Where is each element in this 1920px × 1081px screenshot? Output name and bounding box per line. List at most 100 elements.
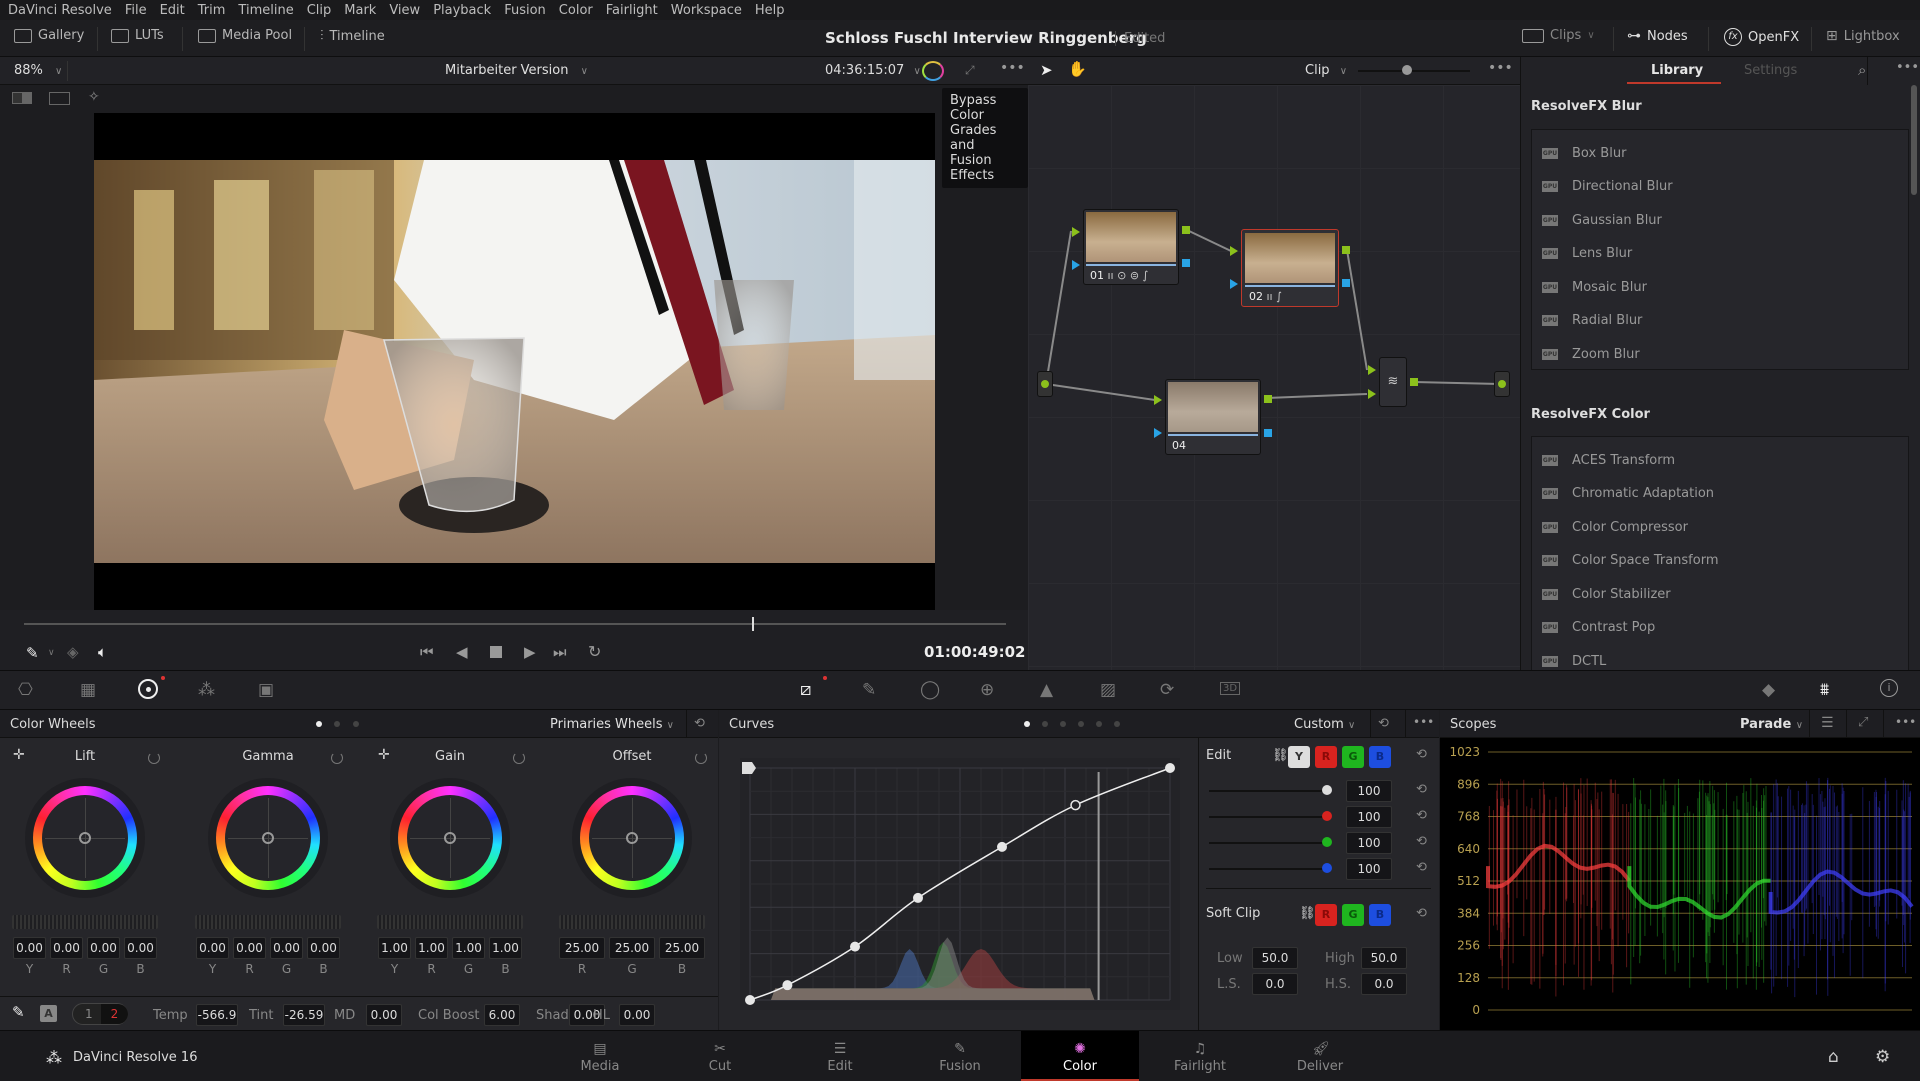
menu-workspace[interactable]: Workspace <box>671 3 742 18</box>
input-node[interactable] <box>1037 371 1053 397</box>
alpha-output-port[interactable] <box>1342 279 1350 287</box>
alpha-output-port[interactable] <box>1182 259 1190 267</box>
eyedropper-icon[interactable]: ✎ <box>26 644 39 662</box>
reset-icon[interactable]: ⟲ <box>1416 782 1427 797</box>
mixer-input-port[interactable] <box>1368 365 1376 375</box>
high-field[interactable]: 50.0 <box>1361 947 1407 969</box>
wheel-value-field[interactable]: 1.00 <box>378 937 411 959</box>
reset-icon[interactable]: ⟲ <box>1416 834 1427 849</box>
menu-app[interactable]: DaVinci Resolve <box>8 3 112 18</box>
zoom-dropdown[interactable]: 88% ∨ <box>14 63 62 78</box>
intensity-field[interactable]: 100 <box>1346 858 1392 880</box>
rgb-input-port[interactable] <box>1230 246 1238 256</box>
intensity-field[interactable]: 100 <box>1346 832 1392 854</box>
page-dot-active[interactable] <box>1024 721 1030 727</box>
page-dot[interactable] <box>334 721 340 727</box>
clips-button[interactable]: Clips ∨ <box>1522 28 1595 43</box>
scope-mode-dropdown[interactable]: Parade ∨ <box>1740 717 1803 732</box>
adjust-value-field[interactable]: -566.9 <box>196 1004 238 1026</box>
intensity-field[interactable]: 100 <box>1346 806 1392 828</box>
timeline-button[interactable]: ⫶ Timeline <box>320 28 385 44</box>
wheel-reset-icon[interactable] <box>513 752 525 764</box>
search-icon[interactable]: ⌕ <box>1858 61 1866 79</box>
menu-edit[interactable]: Edit <box>160 3 185 18</box>
wheel-value-field[interactable]: 25.00 <box>659 937 705 959</box>
master-wheel[interactable] <box>12 915 158 929</box>
playhead[interactable] <box>752 617 754 631</box>
motion-effects-icon[interactable]: ▣ <box>258 680 274 700</box>
color-wheel[interactable] <box>572 778 692 898</box>
eyedropper-icon[interactable]: ✎ <box>12 1003 25 1021</box>
menu-mark[interactable]: Mark <box>344 3 376 18</box>
page-tab-color[interactable]: ✺ Color <box>1021 1031 1139 1081</box>
grid-icon[interactable] <box>49 92 70 105</box>
video-canvas[interactable] <box>94 113 935 610</box>
skip-to-end-icon[interactable]: ⏭︎ <box>553 643 567 661</box>
softclip-b-button[interactable]: B <box>1369 904 1391 926</box>
camera-raw-icon[interactable]: ⎔ <box>18 680 33 700</box>
menu-file[interactable]: File <box>125 3 147 18</box>
page-tab-edit[interactable]: ☰ Edit <box>781 1031 899 1081</box>
wheel-value-field[interactable]: 25.00 <box>609 937 655 959</box>
blur-icon[interactable]: ▲ <box>1040 680 1053 700</box>
fx-item[interactable]: GPU Zoom Blur <box>1542 344 1640 364</box>
timeline-dropdown[interactable]: Mitarbeiter Version ∨ <box>445 63 588 78</box>
layers-icon[interactable]: ◈ <box>67 643 79 661</box>
fx-item[interactable]: GPU Chromatic Adaptation <box>1542 483 1714 503</box>
master-wheel[interactable] <box>195 915 341 929</box>
wheel-handle[interactable] <box>262 832 274 844</box>
page-dot[interactable] <box>1060 721 1066 727</box>
curve-control-point[interactable] <box>850 941 860 952</box>
split-screen-icon[interactable] <box>12 92 32 104</box>
curve-control-point[interactable] <box>997 841 1007 852</box>
reset-all-icon[interactable]: ⟲ <box>694 716 705 731</box>
intensity-slider[interactable] <box>1209 816 1327 818</box>
intensity-handle[interactable] <box>1322 863 1332 873</box>
chevron-down-icon[interactable]: ∨ <box>48 648 55 658</box>
wheel-handle[interactable] <box>79 832 91 844</box>
channel-b-button[interactable]: B <box>1369 746 1391 768</box>
curves-mode-dropdown[interactable]: Custom ∨ <box>1294 717 1355 732</box>
wheel-value-field[interactable]: 1.00 <box>489 937 522 959</box>
page-2[interactable]: 2 <box>101 1004 128 1024</box>
magic-wand-icon[interactable]: ✧ <box>88 89 100 105</box>
adjust-value-field[interactable]: -26.59 <box>283 1004 325 1026</box>
menu-view[interactable]: View <box>389 3 420 18</box>
reset-icon[interactable]: ⟲ <box>1416 808 1427 823</box>
fx-item[interactable]: GPU ACES Transform <box>1542 450 1675 470</box>
node-mode-dropdown[interactable]: Clip ∨ <box>1305 63 1347 78</box>
wheel-value-field[interactable]: 0.00 <box>50 937 83 959</box>
fullscreen-icon[interactable]: ⤢ <box>965 63 975 78</box>
more-options-icon[interactable]: ••• <box>1413 715 1434 729</box>
qualifier-icon[interactable]: ✎ <box>862 680 876 700</box>
page-dot[interactable] <box>1114 721 1120 727</box>
crosshair-picker-icon[interactable]: ✛ <box>378 747 390 763</box>
master-wheel[interactable] <box>559 915 705 929</box>
fx-item[interactable]: GPU Lens Blur <box>1542 243 1632 263</box>
adjust-value-field[interactable]: 6.00 <box>484 1004 520 1026</box>
play-reverse-icon[interactable]: ◀ <box>456 643 468 661</box>
hand-tool-icon[interactable]: ✋ <box>1068 60 1087 78</box>
node-zoom-handle[interactable] <box>1402 65 1412 75</box>
intensity-slider[interactable] <box>1209 842 1327 844</box>
fx-item[interactable]: GPU DCTL <box>1542 651 1606 671</box>
output-port[interactable] <box>1498 380 1506 388</box>
nodes-button[interactable]: ⊶ Nodes <box>1627 28 1688 44</box>
page-tab-media[interactable]: ▤ Media <box>541 1031 659 1081</box>
reset-icon[interactable]: ⟲ <box>1378 716 1389 731</box>
expand-icon[interactable]: ⤢ <box>1858 715 1868 730</box>
wheel-value-field[interactable]: 0.00 <box>13 937 46 959</box>
fx-item[interactable]: GPU Color Space Transform <box>1542 550 1719 570</box>
layer-mixer-node[interactable]: ≋ <box>1379 357 1407 407</box>
home-icon[interactable]: ⌂ <box>1828 1047 1839 1067</box>
page-dot-active[interactable] <box>316 721 322 727</box>
adjust-value-field[interactable]: 0.00 <box>619 1004 655 1026</box>
wheel-handle[interactable] <box>626 832 638 844</box>
fx-item[interactable]: GPU Radial Blur <box>1542 310 1642 330</box>
menu-help[interactable]: Help <box>755 3 785 18</box>
curve-control-point[interactable] <box>1165 763 1175 773</box>
wheel-value-field[interactable]: 0.00 <box>196 937 229 959</box>
link-icon[interactable]: ⛓ <box>1272 748 1289 763</box>
color-match-icon[interactable]: ▦ <box>80 680 96 700</box>
color-wheels-tab[interactable] <box>138 679 158 699</box>
